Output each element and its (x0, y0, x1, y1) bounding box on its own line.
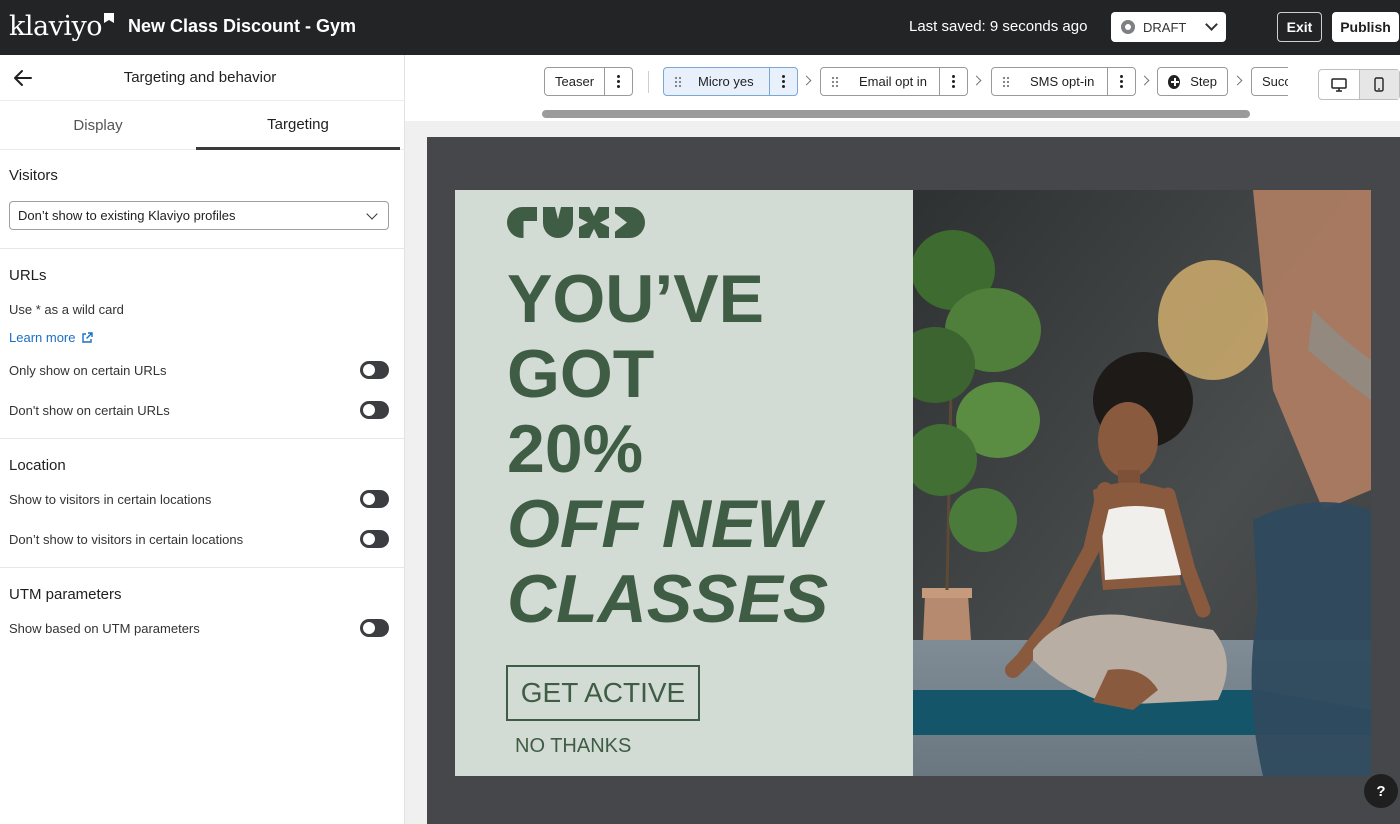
status-label: DRAFT (1143, 19, 1187, 35)
step-bar: Teaser Micro yes Email opt in SMS opt-in… (405, 55, 1400, 121)
chevron-down-icon (1205, 18, 1218, 31)
wildcard-hint: Use * as a wild card (9, 302, 124, 317)
drag-handle-icon[interactable] (831, 75, 839, 88)
help-button[interactable]: ? (1364, 774, 1398, 808)
popup-headline[interactable]: YOU’VE GOT 20% OFF NEW CLASSES (507, 262, 828, 637)
urls-heading: URLs (9, 267, 47, 284)
location-heading: Location (9, 457, 66, 474)
more-options-icon[interactable] (939, 68, 967, 95)
only-show-urls-label: Only show on certain URLs (9, 363, 167, 378)
headline-line: 20% (507, 411, 644, 487)
step-label: Email opt in (859, 74, 927, 89)
step-email-opt-in[interactable]: Email opt in (820, 67, 968, 96)
form-title[interactable]: New Class Discount - Gym (128, 16, 356, 37)
dont-show-locations-toggle[interactable] (360, 530, 389, 548)
more-options-icon[interactable] (1107, 68, 1135, 95)
step-label: Micro yes (698, 74, 754, 89)
chevron-right-icon (1139, 75, 1150, 86)
tab-display[interactable]: Display (0, 101, 196, 150)
device-toggle (1318, 69, 1400, 100)
step-sms-opt-in[interactable]: SMS opt-in (991, 67, 1136, 96)
step-label: Succ (1262, 74, 1288, 89)
visitors-heading: Visitors (9, 167, 58, 184)
chevron-right-icon (801, 75, 812, 86)
popup-hero-image[interactable] (913, 190, 1371, 776)
panel-header: Targeting and behavior (0, 55, 405, 101)
chevron-right-icon (971, 75, 982, 86)
popup-preview: YOU’VE GOT 20% OFF NEW CLASSES GET ACTIV… (427, 137, 1400, 824)
step-label: SMS opt-in (1030, 74, 1095, 89)
step-label: Step (1190, 74, 1217, 89)
targeting-panel: Targeting and behavior Display Targeting… (0, 55, 405, 824)
only-show-urls-toggle[interactable] (360, 361, 389, 379)
headline-line: CLASSES (507, 561, 829, 637)
dont-show-locations-label: Don’t show to visitors in certain locati… (9, 532, 244, 547)
utm-toggle[interactable] (360, 619, 389, 637)
no-thanks-link[interactable]: NO THANKS (515, 735, 631, 758)
plus-icon (1168, 74, 1181, 89)
visitors-select-value: Don’t show to existing Klaviyo profiles (18, 208, 236, 223)
utm-label: Show based on UTM parameters (9, 621, 200, 636)
headline-line: GOT (507, 336, 655, 412)
mobile-view-button[interactable] (1359, 70, 1399, 99)
utm-heading: UTM parameters (9, 586, 122, 603)
drag-handle-icon[interactable] (674, 75, 682, 88)
step-teaser[interactable]: Teaser (544, 67, 633, 96)
logo-text: klaviyo (9, 11, 103, 42)
show-locations-label: Show to visitors in certain locations (9, 492, 212, 507)
get-active-button[interactable]: GET ACTIVE (506, 665, 700, 721)
dont-show-urls-label: Don't show on certain URLs (9, 403, 170, 418)
headline-line: OFF NEW (507, 486, 821, 562)
visitors-select[interactable]: Don’t show to existing Klaviyo profiles (9, 201, 389, 230)
popup-form: YOU’VE GOT 20% OFF NEW CLASSES GET ACTIV… (455, 190, 1371, 776)
divider (0, 567, 404, 568)
panel-title: Targeting and behavior (123, 69, 277, 86)
headline-line: YOU’VE (507, 261, 764, 337)
learn-more-link[interactable]: Learn more (9, 330, 94, 345)
status-dropdown[interactable]: DRAFT (1111, 12, 1226, 42)
add-step-button[interactable]: Step (1157, 67, 1228, 96)
mobile-icon (1374, 77, 1384, 92)
dont-show-urls-toggle[interactable] (360, 401, 389, 419)
step-micro-yes[interactable]: Micro yes (663, 67, 798, 96)
panel-tabs: Display Targeting (0, 101, 405, 150)
brand-logo (507, 207, 645, 238)
logo-flag-icon (104, 13, 114, 23)
step-label: Teaser (555, 74, 595, 89)
popup-content: YOU’VE GOT 20% OFF NEW CLASSES GET ACTIV… (455, 190, 913, 776)
separator (648, 71, 649, 93)
learn-more-label: Learn more (9, 330, 76, 345)
top-bar: klaviyo New Class Discount - Gym Last sa… (0, 0, 1400, 55)
tab-targeting[interactable]: Targeting (196, 101, 400, 150)
exit-button[interactable]: Exit (1277, 12, 1322, 42)
last-saved-status: Last saved: 9 seconds ago (909, 18, 1088, 35)
more-options-icon[interactable] (769, 68, 797, 95)
klaviyo-logo[interactable]: klaviyo (9, 11, 114, 42)
chevron-right-icon (1232, 75, 1243, 86)
show-locations-toggle[interactable] (360, 490, 389, 508)
divider (0, 248, 404, 249)
more-options-icon[interactable] (604, 68, 632, 95)
chevron-down-icon (366, 207, 378, 220)
drag-handle-icon[interactable] (1002, 75, 1010, 88)
gym-photo-image (913, 190, 1371, 776)
steps-scrollbar[interactable] (542, 110, 1250, 118)
divider (0, 438, 404, 439)
external-link-icon (82, 331, 94, 343)
canvas-area: Teaser Micro yes Email opt in SMS opt-in… (405, 55, 1400, 824)
publish-button[interactable]: Publish (1332, 12, 1399, 42)
draft-status-icon (1121, 20, 1135, 34)
desktop-icon (1331, 77, 1347, 92)
step-success[interactable]: Succ (1251, 67, 1288, 96)
desktop-view-button[interactable] (1319, 70, 1360, 99)
